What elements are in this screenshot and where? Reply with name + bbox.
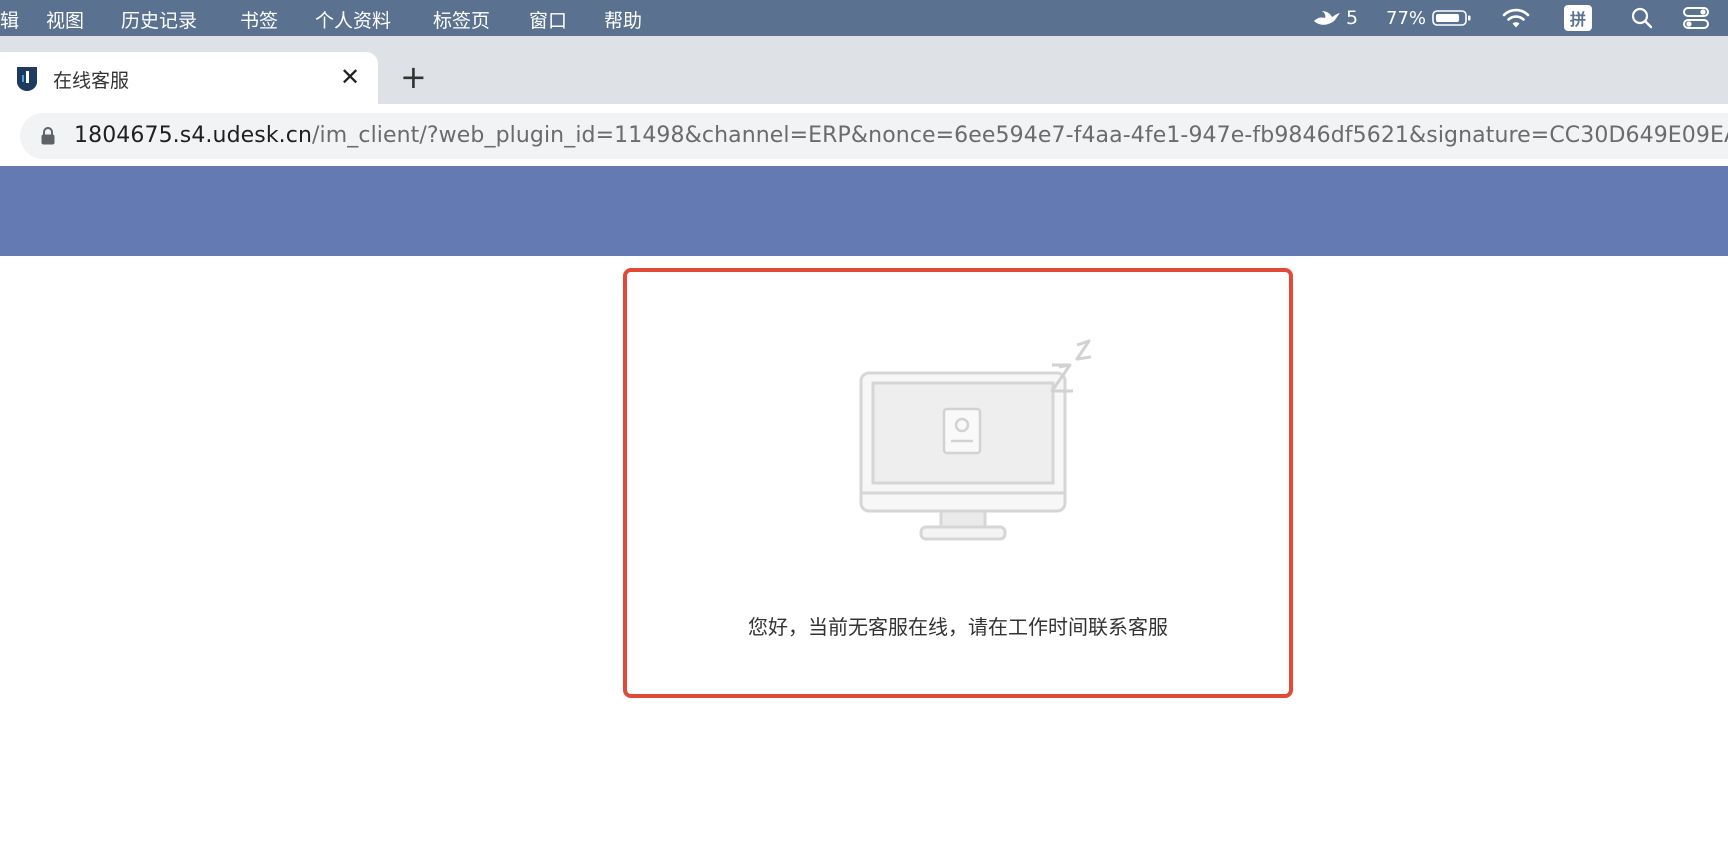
lock-icon[interactable]	[40, 126, 56, 146]
search-icon	[1631, 7, 1653, 29]
battery-percent: 77%	[1386, 7, 1427, 29]
udesk-favicon-icon	[17, 67, 37, 91]
bird-icon	[1314, 11, 1340, 25]
offline-message: 您好，当前无客服在线，请在工作时间联系客服	[748, 615, 1168, 639]
notification-count: 5	[1346, 7, 1359, 29]
notification-status[interactable]: 5	[1312, 0, 1358, 36]
menu-bookmarks[interactable]: 书签	[240, 6, 278, 33]
offline-notice: 您好，当前无客服在线，请在工作时间联系客服	[623, 268, 1293, 698]
tab-online-support[interactable]: 在线客服 ✕	[0, 52, 378, 104]
battery-icon	[1432, 10, 1471, 26]
new-tab-button[interactable]: +	[400, 61, 427, 93]
url-host: 1804675.s4.udesk.cn	[74, 123, 313, 148]
url-text[interactable]: 1804675.s4.udesk.cn/im_client/?web_plugi…	[74, 123, 1728, 148]
menu-history[interactable]: 历史记录	[121, 6, 197, 33]
menu-bar: 辑 视图 历史记录 书签 个人资料 标签页 窗口 帮助 5 77% 拼	[0, 0, 1728, 36]
menu-view[interactable]: 视图	[46, 6, 84, 33]
tab-strip: 在线客服 ✕ +	[0, 36, 1728, 104]
menu-edit[interactable]: 辑	[0, 6, 19, 33]
control-center-icon	[1683, 7, 1709, 29]
menu-tab[interactable]: 标签页	[433, 6, 490, 33]
wifi-icon	[1502, 8, 1530, 28]
input-method-badge: 拼	[1564, 5, 1593, 31]
url-path: /im_client/?web_plugin_id=11498&channel=…	[312, 123, 1728, 148]
browser-toolbar: 1804675.s4.udesk.cn/im_client/?web_plugi…	[0, 104, 1728, 166]
battery-status[interactable]: 77%	[1386, 0, 1472, 36]
spotlight-status[interactable]	[1630, 0, 1654, 36]
sleeping-monitor-icon	[859, 339, 1092, 541]
menu-help[interactable]: 帮助	[604, 6, 642, 33]
input-method-status[interactable]: 拼	[1564, 0, 1593, 36]
tab-title: 在线客服	[53, 70, 130, 92]
address-bar[interactable]: 1804675.s4.udesk.cn/im_client/?web_plugi…	[20, 113, 1728, 159]
control-center-status[interactable]	[1683, 0, 1709, 36]
wifi-status[interactable]	[1502, 0, 1530, 36]
chat-header	[0, 166, 1728, 256]
menu-profiles[interactable]: 个人资料	[315, 6, 391, 33]
tab-close-icon[interactable]: ✕	[340, 64, 360, 90]
menu-window[interactable]: 窗口	[529, 6, 567, 33]
